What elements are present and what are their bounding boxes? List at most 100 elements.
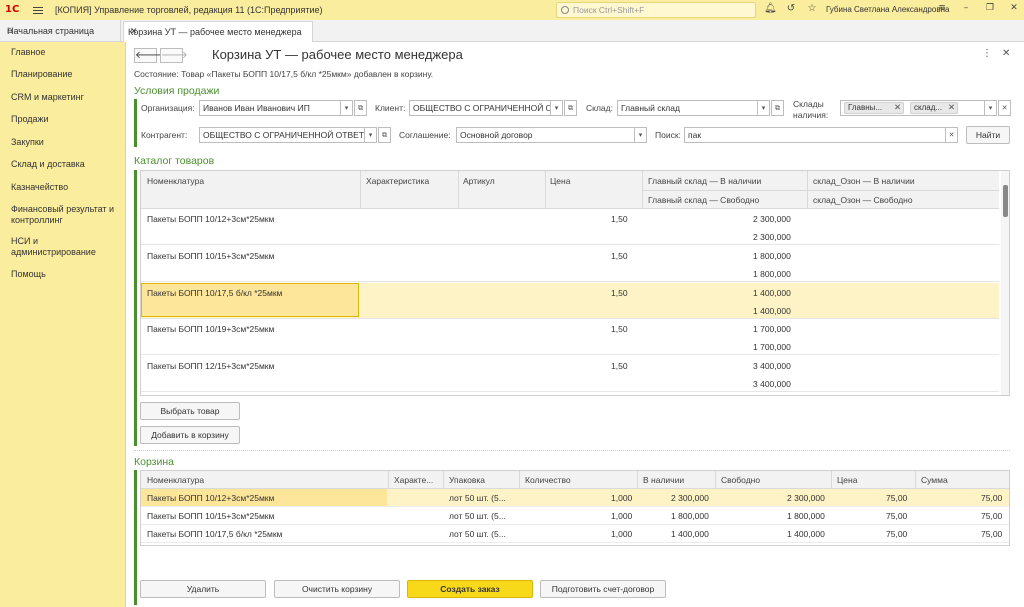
- tab-home[interactable]: ⌂ Начальная страница: [0, 20, 121, 42]
- col-name[interactable]: Номенклатура: [147, 176, 204, 186]
- minimize-icon[interactable]: –: [960, 3, 972, 13]
- section-conditions[interactable]: Условия продажи: [134, 85, 219, 97]
- warehouse-field[interactable]: Главный склад: [617, 100, 758, 116]
- prepare-invoice-button[interactable]: Подготовить счет-договор: [540, 580, 666, 598]
- row-free: 1 400,000: [753, 306, 791, 316]
- org-open-icon[interactable]: ⧉: [354, 100, 367, 116]
- chip-1-remove-icon[interactable]: ✕: [894, 102, 901, 113]
- add-to-basket-button[interactable]: Добавить в корзину: [140, 426, 240, 444]
- col-ozon-avail[interactable]: склад_Озон — В наличии: [813, 176, 915, 186]
- bcol-free[interactable]: Свободно: [721, 475, 760, 485]
- sidebar-item-treasury[interactable]: Казначейство: [11, 182, 123, 193]
- tab-basket[interactable]: Корзина УТ — рабочее место менеджера ✕: [123, 21, 313, 42]
- row-price: 1,50: [611, 214, 628, 224]
- catalog-scrollbar[interactable]: [1001, 171, 1009, 395]
- section-basket[interactable]: Корзина: [134, 456, 174, 468]
- sidebar-item-main[interactable]: Главное: [11, 47, 123, 58]
- warehouse-chip-2-label: склад...: [914, 103, 943, 112]
- sidebar-item-crm[interactable]: CRM и маркетинг: [11, 92, 123, 103]
- bcol-sum[interactable]: Сумма: [921, 475, 948, 485]
- restore-icon[interactable]: ❐: [984, 3, 996, 13]
- warehouses-clear-icon[interactable]: ✕: [998, 100, 1011, 116]
- catalog-row[interactable]: Пакеты БОПП 10/15+3см*25мкм 1,50 1 800,0…: [141, 246, 999, 282]
- global-search-input[interactable]: Поиск Ctrl+Shift+F: [556, 2, 756, 18]
- main-menu-icon[interactable]: [33, 3, 47, 17]
- tab-home-label: Начальная страница: [7, 26, 95, 36]
- select-product-button[interactable]: Выбрать товар: [140, 402, 240, 420]
- col-article[interactable]: Артикул: [463, 176, 495, 186]
- client-dropdown-icon[interactable]: ▾: [550, 100, 563, 116]
- sidebar-item-finance[interactable]: Финансовый результат и контроллинг: [11, 204, 123, 226]
- org-field[interactable]: Иванов Иван Иванович ИП: [199, 100, 341, 116]
- sidebar-item-help[interactable]: Помощь: [11, 269, 123, 280]
- sidebar-item-warehouse[interactable]: Склад и доставка: [11, 159, 123, 170]
- bcol-pack[interactable]: Упаковка: [449, 475, 485, 485]
- col-divider: [360, 171, 361, 209]
- star-icon[interactable]: ☆: [806, 3, 818, 15]
- brow-qty: 1,000: [611, 529, 633, 539]
- warehouse-dropdown-icon[interactable]: ▾: [757, 100, 770, 116]
- sidebar-item-purchases[interactable]: Закупки: [11, 137, 123, 148]
- brow-name: Пакеты БОПП 10/17,5 б/кл *25мкм: [147, 529, 283, 539]
- scrollbar-thumb[interactable]: [1003, 185, 1008, 217]
- row-free: 2 300,000: [753, 232, 791, 242]
- bell-icon[interactable]: 🔔︎: [764, 3, 777, 15]
- catalog-header: Номенклатура Характеристика Артикул Цена…: [141, 171, 999, 209]
- org-dropdown-icon[interactable]: ▾: [340, 100, 353, 116]
- catalog-row[interactable]: Пакеты БОПП 12/15+3см*25мкм 1,50 3 400,0…: [141, 356, 999, 392]
- basket-row-selected[interactable]: Пакеты БОПП 10/12+3см*25мкм лот 50 шт. (…: [141, 489, 1009, 507]
- brow-qty: 1,000: [611, 493, 633, 503]
- forward-button[interactable]: 🡒: [160, 48, 188, 63]
- clear-basket-button[interactable]: Очистить корзину: [274, 580, 400, 598]
- basket-table[interactable]: Номенклатура Характе... Упаковка Количес…: [140, 470, 1010, 546]
- back-button[interactable]: 🡐: [134, 48, 162, 63]
- sidebar-item-planning[interactable]: Планирование: [11, 69, 123, 80]
- client-field[interactable]: ОБЩЕСТВО С ОГРАНИЧЕННОЙ О: [409, 100, 551, 116]
- sidebar-item-nsi[interactable]: НСИ и администрирование: [11, 236, 123, 258]
- catalog-table[interactable]: Номенклатура Характеристика Артикул Цена…: [140, 170, 1010, 396]
- close-window-icon[interactable]: ✕: [1008, 3, 1020, 13]
- row-free: 1 800,000: [753, 269, 791, 279]
- agreement-field[interactable]: Основной договор: [456, 127, 635, 143]
- brow-pack: лот 50 шт. (5...: [449, 493, 506, 503]
- more-actions-icon[interactable]: ⋮: [982, 48, 992, 59]
- brow-free: 1 800,000: [787, 511, 825, 521]
- contractor-field[interactable]: ОБЩЕСТВО С ОГРАНИЧЕННОЙ ОТВЕТ: [199, 127, 365, 143]
- contractor-dropdown-icon[interactable]: ▾: [364, 127, 377, 143]
- search-input[interactable]: пак: [684, 127, 946, 143]
- sidebar-item-sales[interactable]: Продажи: [11, 114, 123, 125]
- section-catalog[interactable]: Каталог товаров: [134, 155, 214, 167]
- agreement-dropdown-icon[interactable]: ▾: [634, 127, 647, 143]
- catalog-row[interactable]: Пакеты БОПП 10/12+3см*25мкм 1,50 2 300,0…: [141, 209, 999, 245]
- col-characteristic[interactable]: Характеристика: [366, 176, 429, 186]
- bcol-name[interactable]: Номенклатура: [147, 475, 204, 485]
- col-ozon-free[interactable]: склад_Озон — Свободно: [813, 195, 913, 205]
- delete-button[interactable]: Удалить: [140, 580, 266, 598]
- warehouse-open-icon[interactable]: ⧉: [771, 100, 784, 116]
- create-order-button[interactable]: Создать заказ: [407, 580, 533, 598]
- bcol-qty[interactable]: Количество: [525, 475, 571, 485]
- basket-row[interactable]: Пакеты БОПП 10/17,5 б/кл *25мкм лот 50 ш…: [141, 525, 1009, 543]
- catalog-row[interactable]: Пакеты БОПП 10/19+3см*25мкм 1,50 1 700,0…: [141, 319, 999, 355]
- col-main-free[interactable]: Главный склад — Свободно: [648, 195, 759, 205]
- brow-qty: 1,000: [611, 511, 633, 521]
- close-form-icon[interactable]: ✕: [1002, 48, 1010, 59]
- bcol-char[interactable]: Характе...: [394, 475, 433, 485]
- user-name[interactable]: Губина Светлана Александровна: [826, 5, 949, 14]
- history-icon[interactable]: ↺: [785, 3, 797, 15]
- row-free: 3 400,000: [753, 379, 791, 389]
- bcol-avail[interactable]: В наличии: [643, 475, 684, 485]
- col-main-avail[interactable]: Главный склад — В наличии: [648, 176, 761, 186]
- client-open-icon[interactable]: ⧉: [564, 100, 577, 116]
- find-button[interactable]: Найти: [966, 126, 1010, 144]
- col-price[interactable]: Цена: [550, 176, 570, 186]
- chip-2-remove-icon[interactable]: ✕: [948, 102, 955, 113]
- search-clear-icon[interactable]: ✕: [945, 127, 958, 143]
- bcol-price[interactable]: Цена: [837, 475, 857, 485]
- warehouses-dropdown-icon[interactable]: ▾: [984, 100, 997, 116]
- brow-free: 1 400,000: [787, 529, 825, 539]
- contractor-open-icon[interactable]: ⧉: [378, 127, 391, 143]
- app-menu-icon[interactable]: ≡: [936, 3, 948, 13]
- catalog-row-selected[interactable]: Пакеты БОПП 10/17,5 б/кл *25мкм 1,50 1 4…: [141, 283, 999, 319]
- basket-row[interactable]: Пакеты БОПП 10/15+3см*25мкм лот 50 шт. (…: [141, 507, 1009, 525]
